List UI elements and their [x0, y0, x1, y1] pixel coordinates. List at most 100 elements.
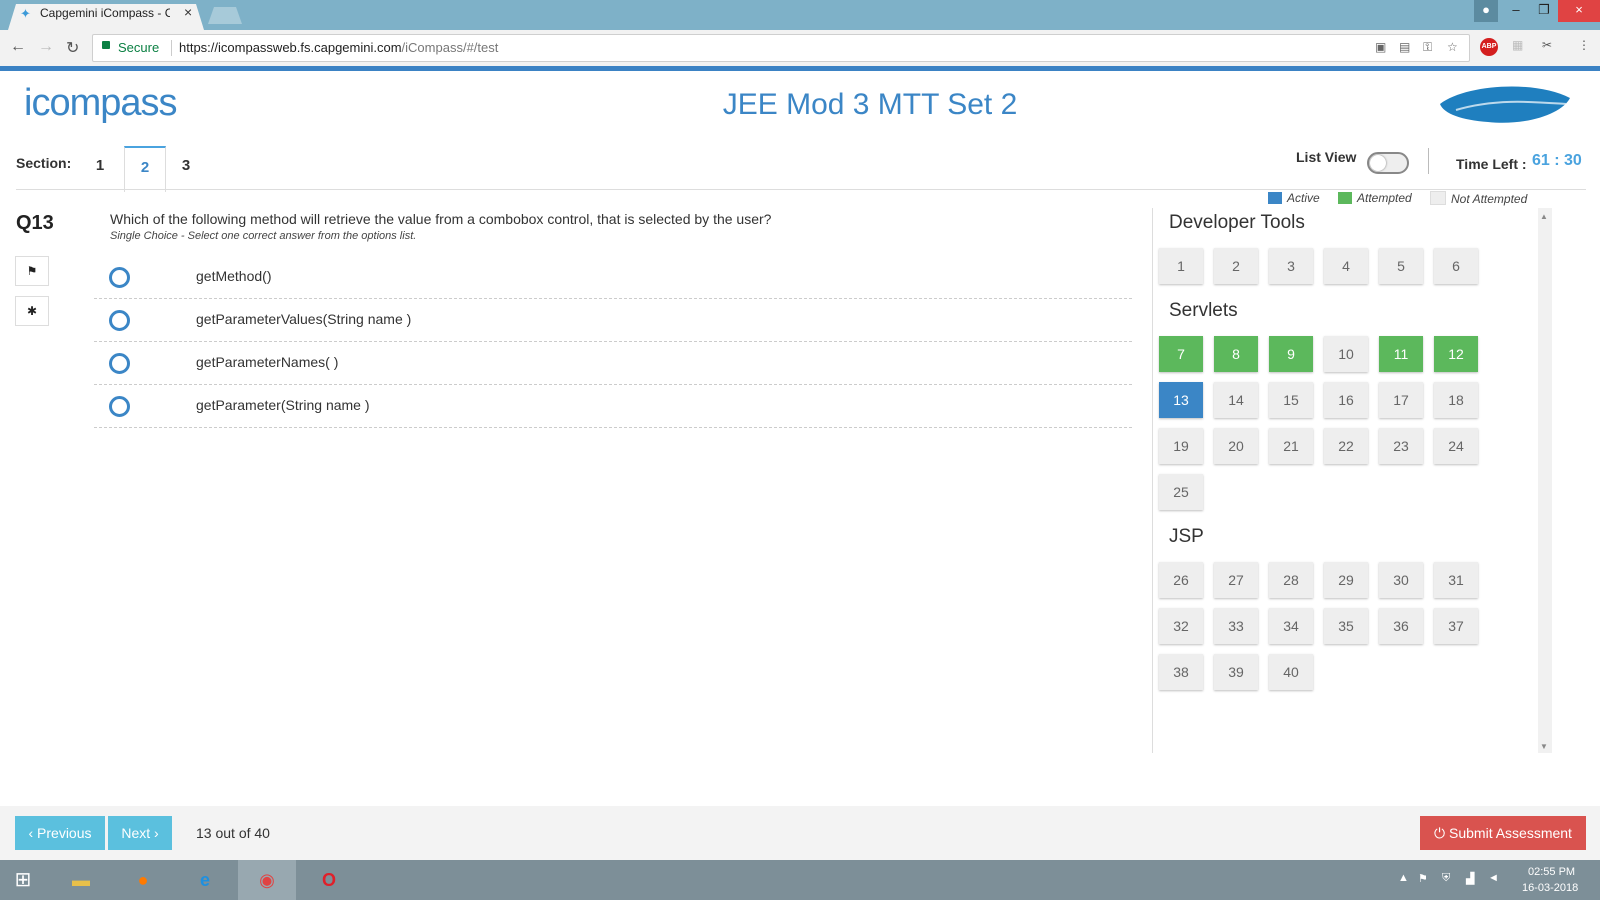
profile-icon[interactable]: ● [1474, 0, 1498, 22]
question-nav-button[interactable]: 25 [1159, 474, 1203, 510]
answer-option[interactable]: getParameter(String name ) [94, 385, 1132, 428]
question-nav-button[interactable]: 5 [1379, 248, 1423, 284]
reload-icon[interactable]: ↻ [66, 38, 79, 58]
question-nav-button[interactable]: 13 [1159, 382, 1203, 418]
antivirus-shield-icon[interactable]: ⛨ [1442, 872, 1450, 885]
scroll-up-icon[interactable]: ▲ [1540, 212, 1548, 221]
question-nav-button[interactable]: 4 [1324, 248, 1368, 284]
question-nav-button[interactable]: 19 [1159, 428, 1203, 464]
key-icon[interactable]: ⚿ [1423, 40, 1432, 55]
question-nav-button[interactable]: 7 [1159, 336, 1203, 372]
section-tab-3[interactable]: 3 [166, 146, 206, 188]
question-nav-button[interactable]: 24 [1434, 428, 1478, 464]
question-hint: Single Choice - Select one correct answe… [110, 230, 417, 242]
clock-date[interactable]: 16-03-2018 [1522, 882, 1578, 894]
tab-close-icon[interactable]: × [184, 4, 192, 20]
question-nav-button[interactable]: 31 [1434, 562, 1478, 598]
question-nav-button[interactable]: 32 [1159, 608, 1203, 644]
new-tab-button[interactable] [208, 7, 242, 24]
answer-option[interactable]: getParameterValues(String name ) [94, 299, 1132, 342]
next-button[interactable]: Next › [108, 816, 172, 850]
secure-label[interactable]: Secure [118, 40, 159, 55]
omnibox[interactable]: Secure https://icompassweb.fs.capgemini.… [92, 34, 1470, 62]
internet-explorer-icon[interactable]: e [188, 865, 222, 895]
radio-button[interactable] [109, 310, 130, 331]
question-nav-button[interactable]: 9 [1269, 336, 1313, 372]
bug-report-icon[interactable]: ✱ [15, 296, 49, 326]
question-nav-button[interactable]: 33 [1214, 608, 1258, 644]
chrome-menu-icon[interactable]: ⋮ [1578, 38, 1590, 52]
windows-start-icon[interactable]: ⊞ [6, 865, 40, 895]
legend-attempted-text: Attempted [1357, 191, 1412, 205]
volume-muted-icon[interactable]: ◄ [1488, 872, 1499, 884]
question-nav-button[interactable]: 38 [1159, 654, 1203, 690]
question-nav-button[interactable]: 8 [1214, 336, 1258, 372]
back-icon[interactable]: ← [10, 38, 26, 56]
question-nav-button[interactable]: 22 [1324, 428, 1368, 464]
previous-button[interactable]: ‹ Previous [15, 816, 105, 850]
question-nav-button[interactable]: 16 [1324, 382, 1368, 418]
legend-attempted: Attempted [1338, 191, 1412, 205]
question-nav-button[interactable]: 21 [1269, 428, 1313, 464]
opera-icon[interactable]: O [312, 865, 346, 895]
extension-tools-icon[interactable]: ✂ [1542, 38, 1552, 52]
minimize-icon[interactable]: – [1502, 0, 1530, 22]
radio-button[interactable] [109, 396, 130, 417]
scroll-down-icon[interactable]: ▼ [1540, 742, 1548, 751]
bookmark-star-icon[interactable]: ☆ [1447, 40, 1458, 54]
question-nav-button[interactable]: 40 [1269, 654, 1313, 690]
question-nav-button[interactable]: 17 [1379, 382, 1423, 418]
submit-assessment-button[interactable]: ⏻ Submit Assessment [1420, 816, 1586, 850]
list-view-toggle[interactable] [1367, 152, 1409, 174]
question-nav-button[interactable]: 23 [1379, 428, 1423, 464]
radio-button[interactable] [109, 267, 130, 288]
firefox-icon[interactable]: ● [126, 865, 160, 895]
toggle-knob [1370, 155, 1386, 171]
answer-option[interactable]: getParameterNames( ) [94, 342, 1132, 385]
question-nav-button[interactable]: 34 [1269, 608, 1313, 644]
action-center-flag-icon[interactable]: ⚑ [1418, 872, 1428, 885]
question-nav-button[interactable]: 11 [1379, 336, 1423, 372]
question-nav-button[interactable]: 6 [1434, 248, 1478, 284]
question-nav-button[interactable]: 10 [1324, 336, 1368, 372]
chrome-icon[interactable]: ◉ [250, 865, 284, 895]
blocked-popup-icon[interactable]: ▤ [1399, 40, 1410, 54]
question-nav-button[interactable]: 36 [1379, 608, 1423, 644]
url-text[interactable]: https://icompassweb.fs.capgemini.com/iCo… [179, 40, 498, 55]
adblock-extension-icon[interactable]: ABP [1480, 38, 1498, 56]
flag-icon[interactable]: ⚑ [15, 256, 49, 286]
question-nav-button[interactable]: 26 [1159, 562, 1203, 598]
section-divider [16, 189, 1586, 190]
site-settings-icon[interactable]: ▣ [1375, 40, 1386, 54]
extension-icon[interactable]: ▦ [1512, 38, 1523, 52]
radio-button[interactable] [109, 353, 130, 374]
question-nav-button[interactable]: 39 [1214, 654, 1258, 690]
restore-icon[interactable]: ❐ [1530, 0, 1558, 22]
tab-title[interactable]: Capgemini iCompass - C [40, 6, 170, 20]
legend-active-swatch [1268, 192, 1282, 204]
question-nav-button[interactable]: 37 [1434, 608, 1478, 644]
file-explorer-icon[interactable]: ▬ [64, 865, 98, 895]
question-nav-button[interactable]: 12 [1434, 336, 1478, 372]
question-nav-button[interactable]: 2 [1214, 248, 1258, 284]
tray-chevron-icon[interactable]: ▲ [1398, 872, 1409, 884]
section-tab-1[interactable]: 1 [80, 146, 120, 188]
forward-icon[interactable]: → [38, 38, 54, 56]
section-tab-2[interactable]: 2 [124, 146, 166, 192]
question-nav-button[interactable]: 29 [1324, 562, 1368, 598]
question-nav-button[interactable]: 3 [1269, 248, 1313, 284]
question-nav-button[interactable]: 35 [1324, 608, 1368, 644]
question-nav-button[interactable]: 28 [1269, 562, 1313, 598]
question-nav-button[interactable]: 1 [1159, 248, 1203, 284]
network-icon[interactable]: ▟ [1466, 872, 1474, 885]
question-nav-button[interactable]: 20 [1214, 428, 1258, 464]
palette-scrollbar[interactable] [1538, 208, 1552, 753]
question-nav-button[interactable]: 18 [1434, 382, 1478, 418]
question-nav-button[interactable]: 14 [1214, 382, 1258, 418]
clock-time[interactable]: 02:55 PM [1528, 866, 1575, 878]
window-close-icon[interactable]: × [1558, 0, 1600, 22]
answer-option[interactable]: getMethod() [94, 256, 1132, 299]
question-nav-button[interactable]: 30 [1379, 562, 1423, 598]
question-nav-button[interactable]: 27 [1214, 562, 1258, 598]
question-nav-button[interactable]: 15 [1269, 382, 1313, 418]
